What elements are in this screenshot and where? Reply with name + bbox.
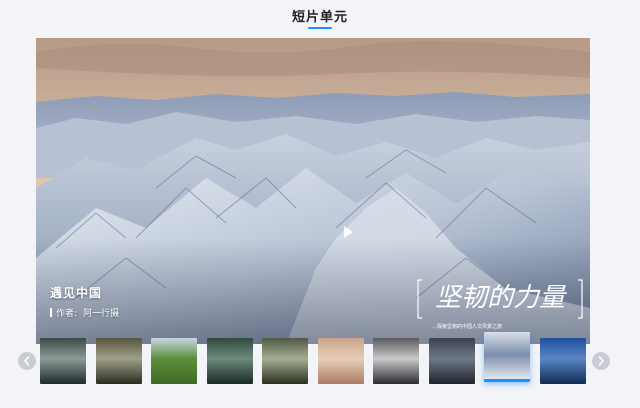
video-author: 作者: 阿一行摄 [50, 306, 119, 319]
thumbnail[interactable] [318, 338, 364, 384]
video-watermark: 坚韧的力量 …探索坚韧的中国人文风景之旅 [416, 272, 584, 338]
watermark-title-art: 坚韧的力量 [435, 283, 568, 313]
chevron-right-icon [598, 356, 604, 366]
next-button[interactable] [592, 352, 610, 370]
video-title: 遇见中国 [50, 286, 103, 300]
chevron-left-icon [24, 356, 30, 366]
thumbnail[interactable] [540, 338, 586, 384]
video-player[interactable]: 遇见中国 作者: 阿一行摄 坚韧的力量 …探索坚韧的中国人文风景之旅 [36, 38, 590, 344]
author-bar [50, 308, 52, 317]
thumbnail[interactable] [484, 332, 530, 382]
title-underline [308, 27, 332, 29]
author-name: 阿一行摄 [83, 309, 120, 319]
selected-indicator [484, 379, 530, 382]
prev-button[interactable] [18, 352, 36, 370]
thumbnail[interactable] [429, 338, 475, 384]
thumbnail[interactable] [373, 338, 419, 384]
section-title: 短片单元 [291, 10, 348, 25]
play-button[interactable] [340, 224, 356, 240]
thumbnail[interactable] [151, 338, 197, 384]
section-header: 短片单元 [0, 6, 640, 32]
thumbnail[interactable] [207, 338, 253, 384]
thumbnail[interactable] [262, 338, 308, 384]
watermark-caption: …探索坚韧的中国人文风景之旅 [432, 324, 503, 330]
author-label: 作者: [56, 309, 78, 319]
thumbnail[interactable] [96, 338, 142, 384]
thumbnail-strip [40, 332, 590, 388]
thumbnail[interactable] [40, 338, 86, 384]
play-icon [344, 226, 353, 238]
svg-text:坚韧的力量: 坚韧的力量 [435, 283, 568, 313]
